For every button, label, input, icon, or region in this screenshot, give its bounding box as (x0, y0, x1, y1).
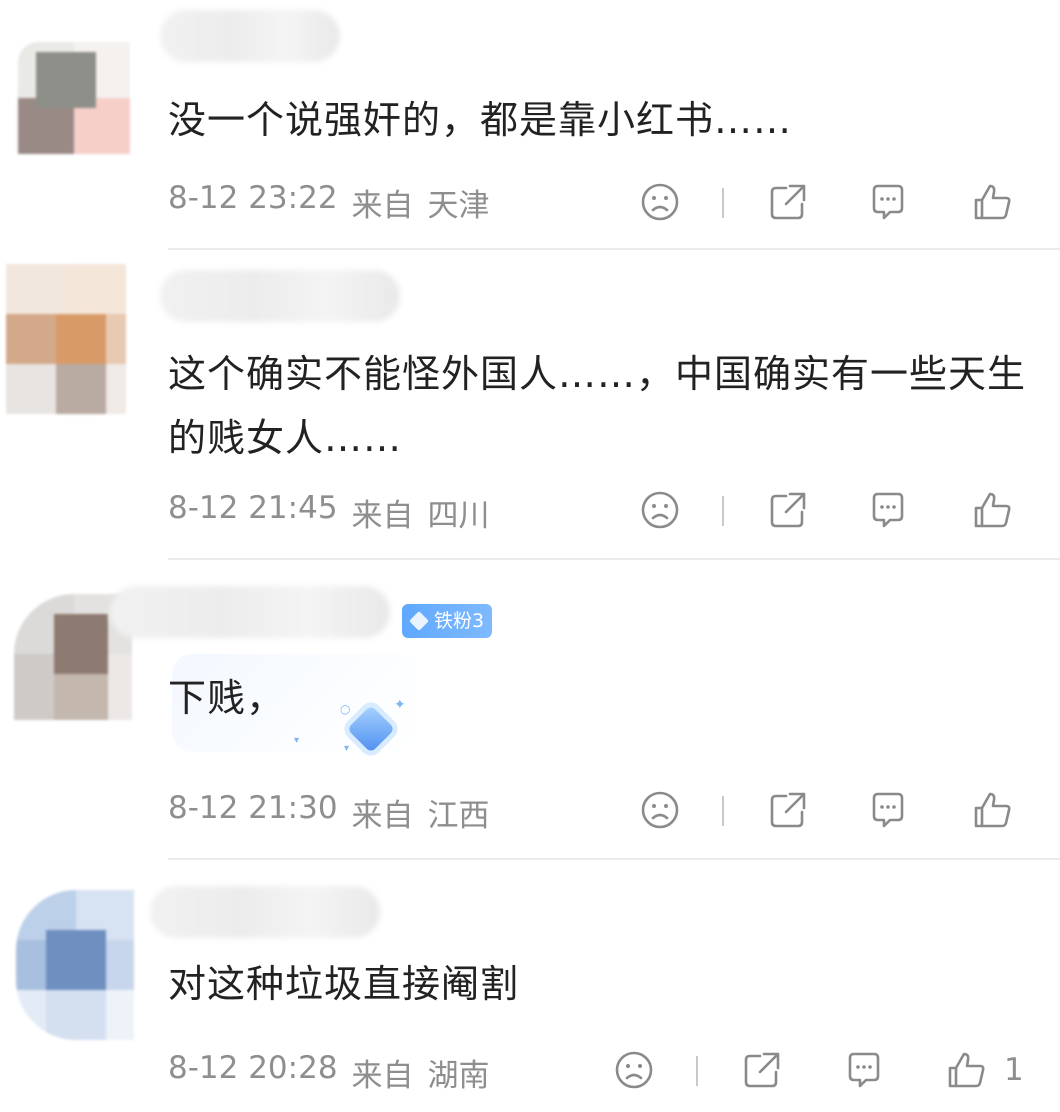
comment-item: 这个确实不能怪外国人……，中国确实有一些天生的贱女人…… 8-12 21:45 … (0, 250, 1060, 560)
sad-face-icon[interactable] (638, 488, 682, 532)
comment-icon[interactable] (866, 180, 910, 224)
avatar[interactable] (16, 890, 134, 1040)
comment-actions (0, 488, 1060, 532)
share-icon[interactable] (766, 788, 810, 832)
comment-actions (0, 788, 1060, 832)
username-redacted[interactable] (110, 586, 390, 638)
diamond-icon (409, 611, 429, 631)
comment-icon[interactable] (866, 788, 910, 832)
comment-text: 下贱， (168, 676, 286, 720)
comment-text: 没一个说强奸的，都是靠小红书…… (168, 98, 793, 142)
sad-face-icon[interactable] (638, 788, 682, 832)
action-divider (696, 1056, 698, 1086)
sparkle-icon: ▾ (344, 743, 350, 754)
username-redacted[interactable] (160, 270, 400, 322)
comment-actions (0, 180, 1060, 224)
thumbs-up-icon[interactable] (970, 788, 1014, 832)
fan-level-label: 铁粉3 (434, 610, 485, 632)
sad-face-icon[interactable] (612, 1048, 656, 1092)
action-divider (722, 188, 724, 218)
sad-face-icon[interactable] (638, 180, 682, 224)
like-count: 1 (1004, 1052, 1024, 1088)
comment-feed: 没一个说强奸的，都是靠小红书…… 8-12 23:22 来自 天津 这个确实不能… (0, 0, 1060, 1112)
share-icon[interactable] (740, 1048, 784, 1092)
comment-item: 对这种垃圾直接阉割 8-12 20:28 来自 湖南 1 (0, 860, 1060, 1112)
sparkle-icon: ✦ (394, 697, 406, 713)
thumbs-up-icon[interactable] (970, 488, 1014, 532)
sparkle-icon: ▾ (294, 735, 300, 746)
thumbs-up-icon[interactable] (944, 1048, 988, 1092)
comment-icon[interactable] (866, 488, 910, 532)
username-redacted[interactable] (150, 886, 380, 938)
avatar[interactable] (6, 264, 126, 414)
comment-actions: 1 (0, 1048, 1060, 1092)
comment-text: 对这种垃圾直接阉割 (168, 962, 520, 1006)
share-icon[interactable] (766, 488, 810, 532)
sparkle-icon: ○ (340, 702, 351, 716)
comment-text: 这个确实不能怪外国人……，中国确实有一些天生的贱女人…… (168, 352, 1027, 460)
action-divider (722, 496, 724, 526)
comment-item: 没一个说强奸的，都是靠小红书…… 8-12 23:22 来自 天津 (0, 0, 1060, 250)
comment-item: 铁粉3 下贱， ✦ ○ ▾ ▾ 8-12 21:30 来自 江西 (0, 560, 1060, 860)
action-divider (722, 796, 724, 826)
avatar[interactable] (18, 42, 130, 154)
thumbs-up-icon[interactable] (970, 180, 1014, 224)
comment-icon[interactable] (842, 1048, 886, 1092)
share-icon[interactable] (766, 180, 810, 224)
fan-level-badge[interactable]: 铁粉3 (402, 604, 493, 638)
username-redacted[interactable] (160, 10, 340, 62)
